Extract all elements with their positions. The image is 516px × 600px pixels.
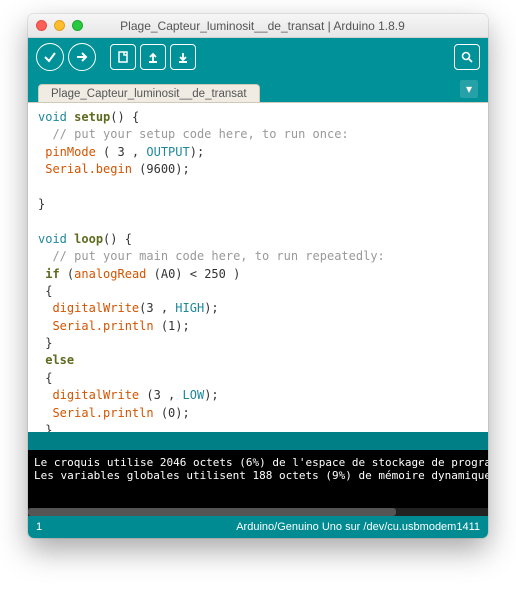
- code-token: analogRead: [74, 267, 146, 281]
- code-comment: // put your setup code here, to run once…: [38, 127, 349, 141]
- tab-label: Plage_Capteur_luminosit__de_transat: [51, 88, 247, 100]
- code-token: Serial: [38, 319, 96, 333]
- new-button[interactable]: [110, 44, 136, 70]
- toolbar: [28, 38, 488, 76]
- code-token: digitalWrite: [38, 388, 139, 402]
- code-token: Serial: [38, 406, 96, 420]
- status-board-port: Arduino/Genuino Uno sur /dev/cu.usbmodem…: [66, 521, 480, 533]
- scrollbar-thumb[interactable]: [28, 508, 396, 516]
- code-token: else: [38, 353, 74, 367]
- status-bar: 1 Arduino/Genuino Uno sur /dev/cu.usbmod…: [28, 516, 488, 538]
- code-token: () {: [110, 110, 139, 124]
- tab-sketch[interactable]: Plage_Capteur_luminosit__de_transat: [38, 84, 260, 102]
- code-token: loop: [74, 232, 103, 246]
- code-token: (3 ,: [139, 388, 182, 402]
- code-token: (9600);: [132, 162, 190, 176]
- code-token: digitalWrite: [38, 301, 139, 315]
- code-token: .begin: [89, 162, 132, 176]
- code-token: (1);: [154, 319, 190, 333]
- code-token: HIGH: [175, 301, 204, 315]
- code-token: OUTPUT: [146, 145, 189, 159]
- save-button[interactable]: [170, 44, 196, 70]
- console-line: Les variables globales utilisent 188 oct…: [34, 469, 488, 482]
- code-token: );: [204, 301, 218, 315]
- code-token: LOW: [183, 388, 205, 402]
- code-token: (3 ,: [139, 301, 175, 315]
- code-token: .println: [96, 406, 154, 420]
- serial-monitor-button[interactable]: [454, 44, 480, 70]
- code-comment: // put your main code here, to run repea…: [38, 249, 385, 263]
- upload-button[interactable]: [68, 43, 96, 71]
- code-token: (A0) < 250 ): [146, 267, 240, 281]
- code-token: );: [204, 388, 218, 402]
- tab-dropdown-button[interactable]: ▾: [460, 80, 478, 98]
- status-line-number: 1: [36, 521, 66, 533]
- code-token: setup: [74, 110, 110, 124]
- code-token: }: [38, 197, 45, 211]
- open-button[interactable]: [140, 44, 166, 70]
- code-token: (0);: [154, 406, 190, 420]
- code-token: .println: [96, 319, 154, 333]
- arduino-ide-window: Plage_Capteur_luminosit__de_transat | Ar…: [28, 14, 488, 538]
- code-editor[interactable]: void setup() { // put your setup code he…: [28, 102, 488, 432]
- code-token: pinMode: [38, 145, 96, 159]
- console-output[interactable]: Le croquis utilise 2046 octets (6%) de l…: [28, 450, 488, 508]
- code-token: }: [38, 336, 52, 350]
- code-token: }: [38, 423, 52, 432]
- code-token: (: [60, 267, 74, 281]
- code-token: () {: [103, 232, 132, 246]
- code-token: void: [38, 110, 67, 124]
- tab-strip: Plage_Capteur_luminosit__de_transat ▾: [28, 76, 488, 102]
- code-token: if: [38, 267, 60, 281]
- titlebar: Plage_Capteur_luminosit__de_transat | Ar…: [28, 14, 488, 38]
- message-bar: [28, 432, 488, 450]
- code-token: {: [38, 284, 52, 298]
- code-token: void: [38, 232, 67, 246]
- verify-button[interactable]: [36, 43, 64, 71]
- code-token: );: [190, 145, 204, 159]
- chevron-down-icon: ▾: [466, 82, 472, 96]
- window-title: Plage_Capteur_luminosit__de_transat | Ar…: [45, 19, 480, 33]
- code-token: {: [38, 371, 52, 385]
- console-scrollbar[interactable]: [28, 508, 488, 516]
- code-token: Serial: [38, 162, 89, 176]
- console-line: Le croquis utilise 2046 octets (6%) de l…: [34, 456, 488, 469]
- code-token: ( 3 ,: [96, 145, 147, 159]
